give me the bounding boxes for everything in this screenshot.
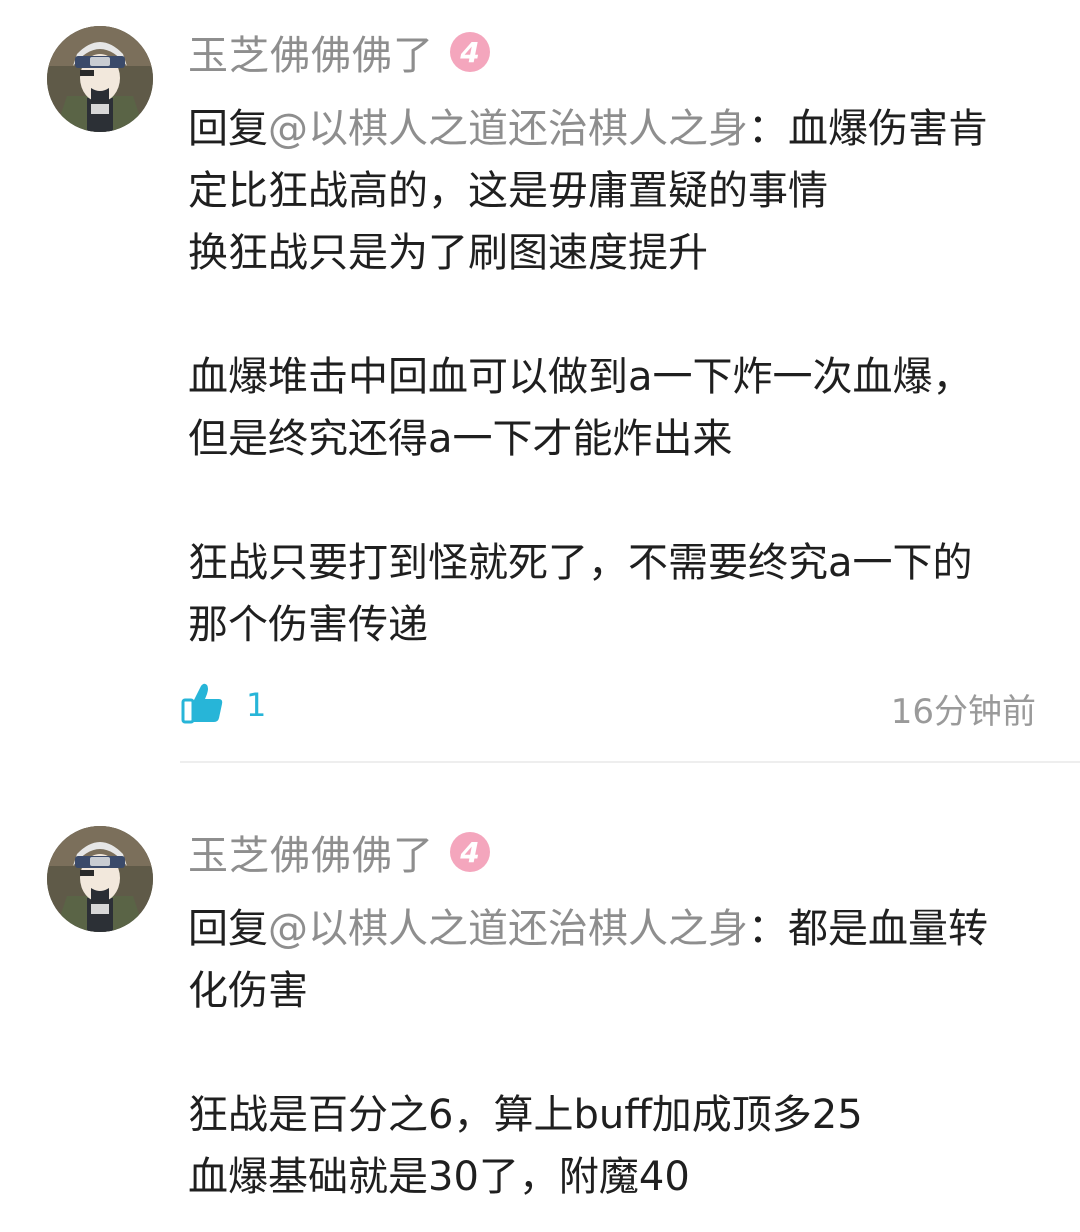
username[interactable]: 玉芝佛佛佛了 [188, 23, 434, 81]
mention-link[interactable]: @以棋人之道还治棋人之身 [268, 906, 748, 952]
comment-line: 回复@以棋人之道还治棋人之身：血爆伤害肯 [188, 98, 1038, 160]
level-badge: 4 [450, 832, 490, 872]
comment-line: 那个伤害传递 [188, 602, 428, 648]
reply-prefix: 回复 [188, 906, 268, 952]
comment-item: 玉芝佛佛佛了 4 回复@以棋人之道还治棋人之身：血爆伤害肯 定比狂战高的，这是毋… [0, 0, 1080, 762]
comment-line: 狂战是百分之6，算上buff加成顶多25 [188, 1092, 863, 1138]
avatar[interactable] [47, 26, 153, 132]
username[interactable]: 玉芝佛佛佛了 [188, 823, 434, 881]
comment-line: 换狂战只是为了刷图速度提升 [188, 230, 708, 276]
comment-line: 回复@以棋人之道还治棋人之身：都是血量转 [188, 898, 1038, 960]
comment-line: 化伤害 [188, 968, 308, 1014]
comment-line: 定比狂战高的，这是毋庸置疑的事情 [188, 168, 828, 214]
divider [180, 761, 1080, 763]
comment-header: 玉芝佛佛佛了 4 [188, 824, 490, 880]
mention-link[interactable]: @以棋人之道还治棋人之身 [268, 106, 748, 152]
avatar[interactable] [47, 826, 153, 932]
like-count: 1 [246, 686, 267, 724]
comment-footer: 1 16分钟前 [180, 676, 1036, 736]
comment-body: 回复@以棋人之道还治棋人之身：都是血量转 化伤害 狂战是百分之6，算上buff加… [188, 898, 1038, 1208]
comment-line: 狂战只要打到怪就死了，不需要终究a一下的 [188, 540, 973, 586]
comment-line: 但是终究还得a一下才能炸出来 [188, 416, 733, 462]
comment-item: 玉芝佛佛佛了 4 回复@以棋人之道还治棋人之身：都是血量转 化伤害 狂战是百分之… [0, 764, 1080, 1232]
comment-line: 血爆基础就是30了，附魔40 [188, 1154, 690, 1200]
level-badge: 4 [450, 32, 490, 72]
comment-text: ：血爆伤害肯 [748, 106, 988, 152]
comment-body: 回复@以棋人之道还治棋人之身：血爆伤害肯 定比狂战高的，这是毋庸置疑的事情 换狂… [188, 98, 1038, 656]
comment-line: 血爆堆击中回血可以做到a一下炸一次血爆， [188, 354, 973, 400]
reply-prefix: 回复 [188, 106, 268, 152]
thumbs-up-icon [180, 680, 226, 730]
comment-header: 玉芝佛佛佛了 4 [188, 24, 490, 80]
like-button[interactable]: 1 [180, 680, 266, 730]
comment-text: ：都是血量转 [748, 906, 988, 952]
timestamp: 16分钟前 [890, 692, 1036, 732]
